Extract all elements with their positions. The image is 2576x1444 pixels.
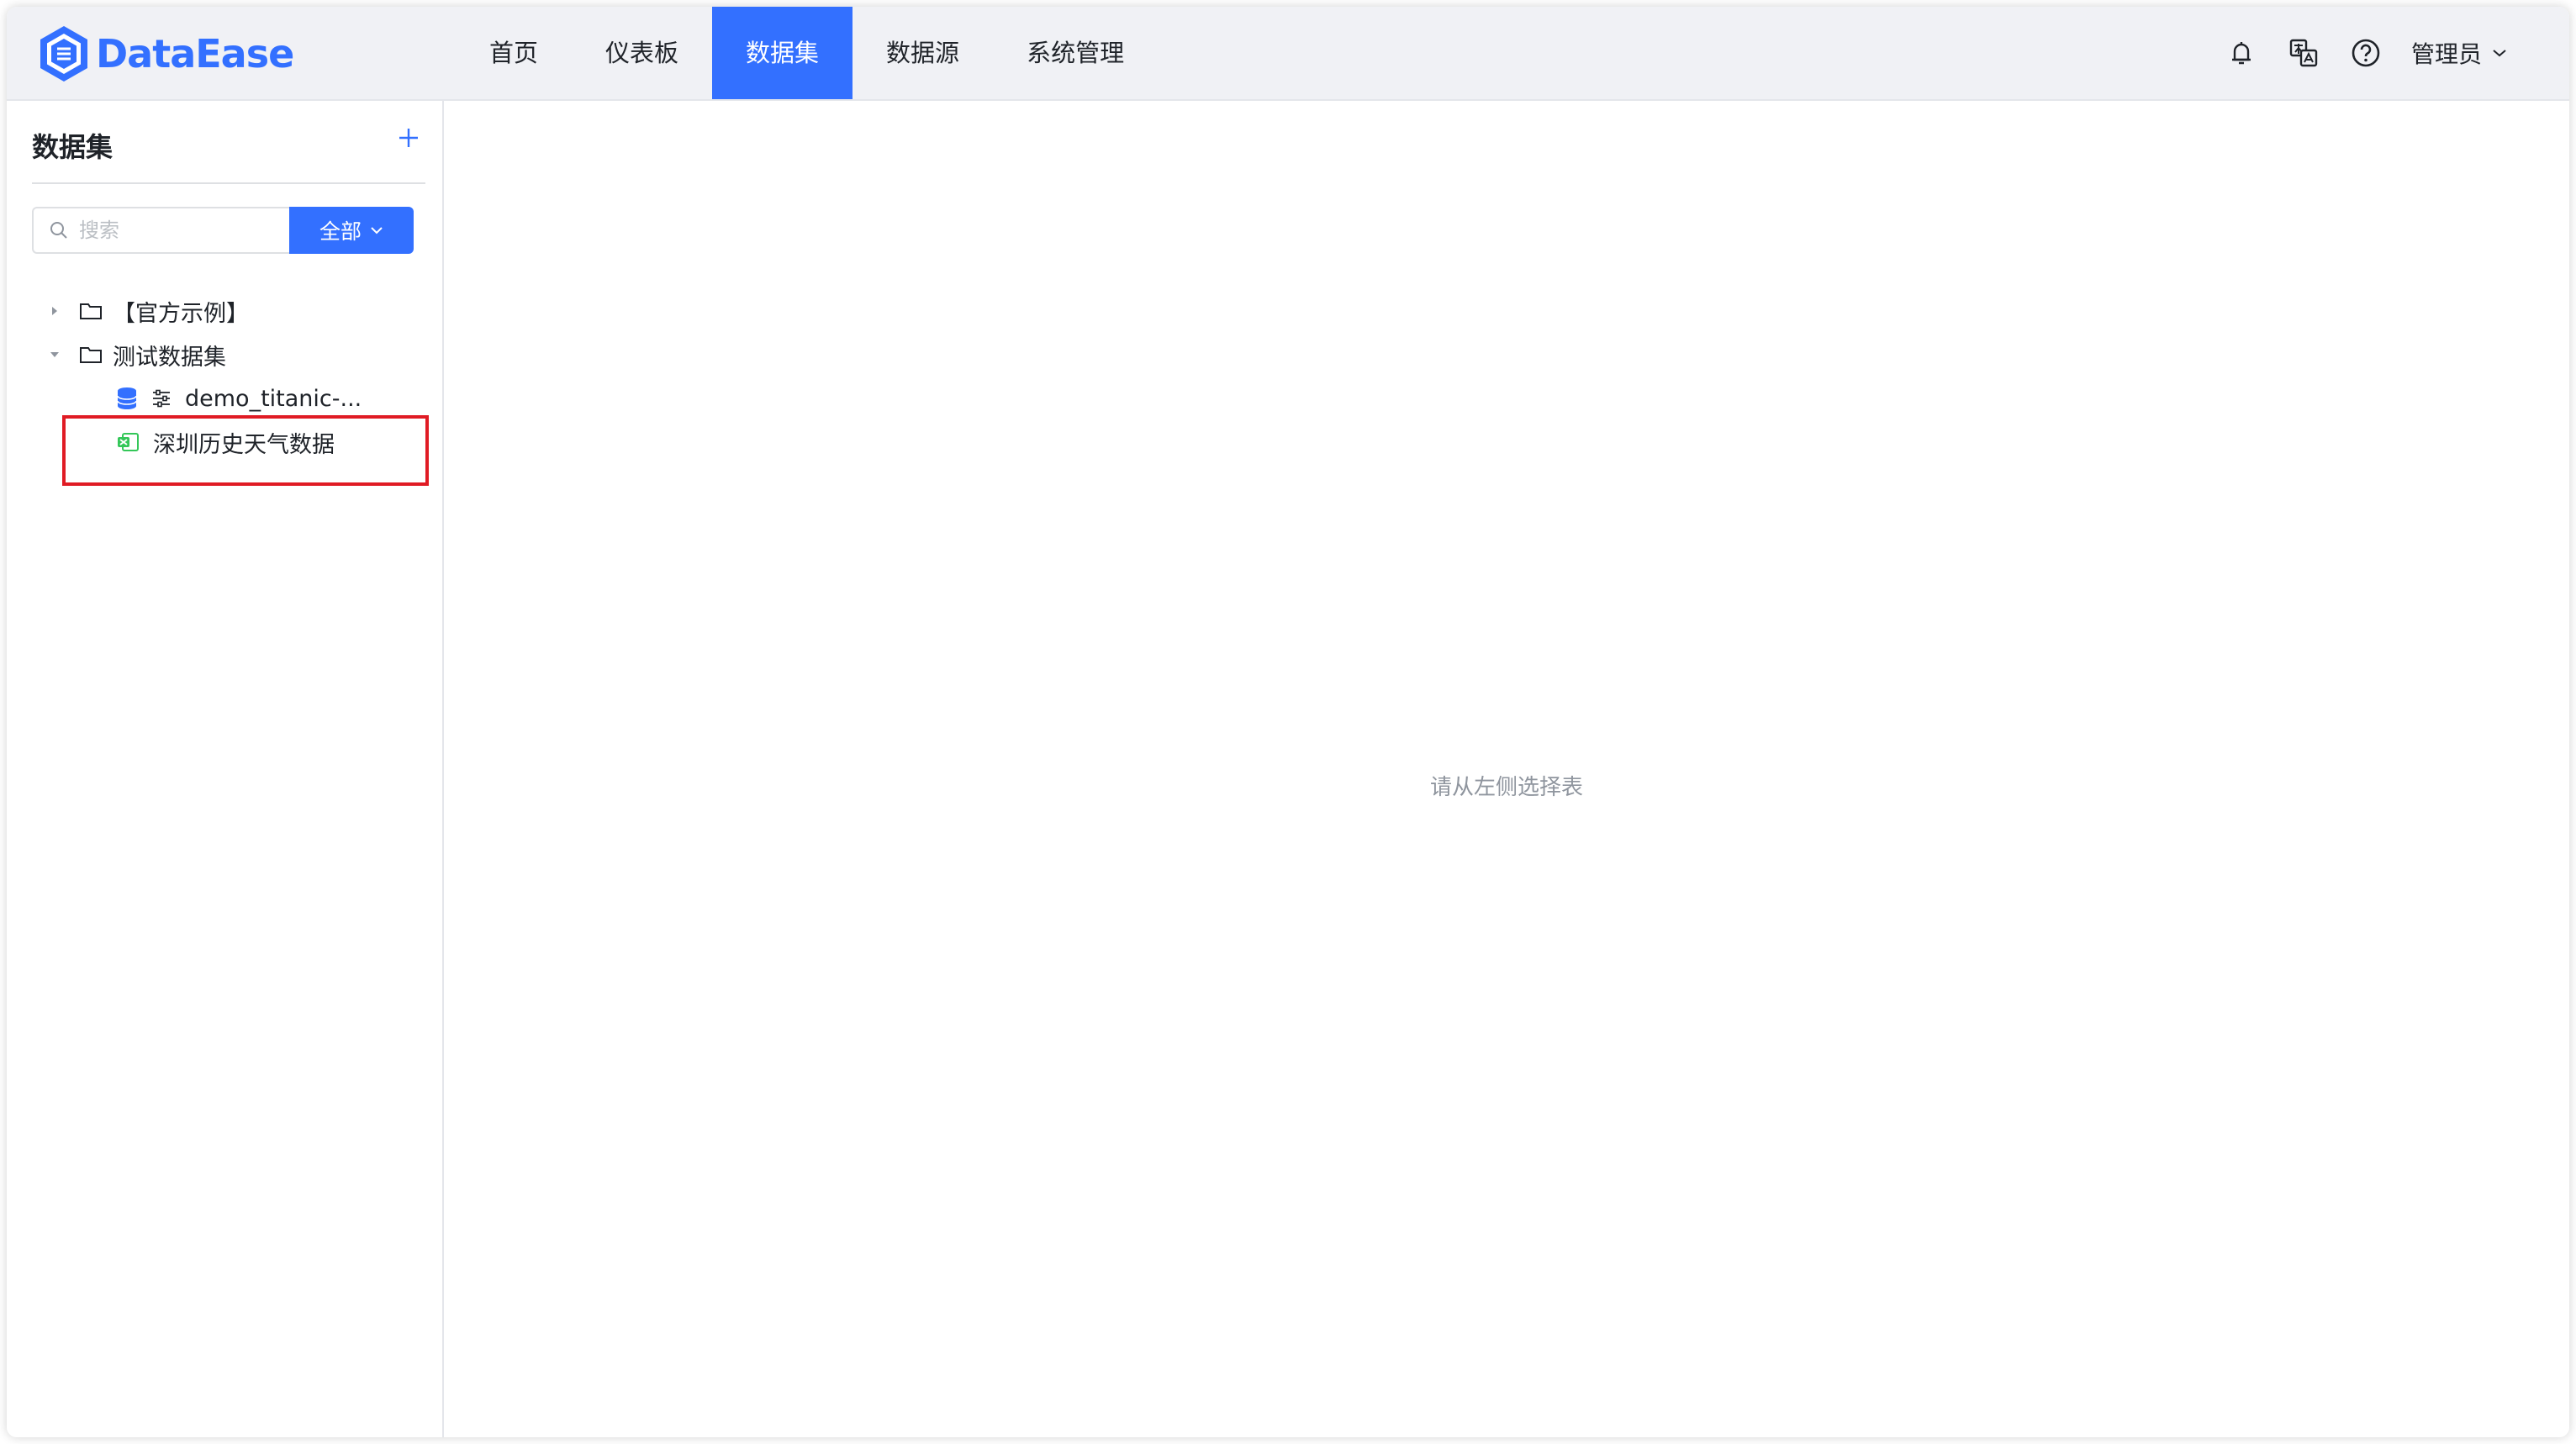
- plus-icon: [399, 129, 418, 147]
- sidebar-title: 数据集: [32, 131, 113, 163]
- notification-bell-icon[interactable]: [2225, 36, 2258, 70]
- nav-item-dashboard[interactable]: 仪表板: [572, 7, 712, 99]
- chevron-down-icon: [371, 227, 383, 235]
- tree-node-official-examples[interactable]: 【官方示例】: [47, 291, 249, 331]
- folder-icon: [80, 347, 102, 363]
- tree-node-label: 测试数据集: [113, 344, 226, 371]
- search-input[interactable]: [77, 218, 266, 243]
- top-header: DataEase 首页 仪表板 数据集 数据源 系统管理 管理员: [7, 7, 2569, 101]
- nav-item-datasource[interactable]: 数据源: [853, 7, 993, 99]
- main-nav: 首页 仪表板 数据集 数据源 系统管理: [456, 7, 1158, 99]
- tree-node-label: 【官方示例】: [113, 300, 249, 327]
- empty-state-text: 请从左侧选择表: [1429, 775, 1583, 800]
- app-name: DataEase: [96, 31, 294, 76]
- header-actions: 管理员: [2225, 7, 2507, 99]
- nav-item-system-settings[interactable]: 系统管理: [993, 7, 1158, 99]
- translate-icon[interactable]: [2287, 36, 2320, 70]
- nav-item-dataset[interactable]: 数据集: [712, 7, 853, 99]
- sidebar-divider: [32, 182, 425, 184]
- search-icon: [50, 222, 67, 239]
- logo[interactable]: DataEase: [37, 20, 294, 87]
- add-dataset-button[interactable]: [392, 123, 425, 156]
- dataease-logo-icon: [40, 26, 87, 82]
- caret-down-icon[interactable]: [47, 347, 62, 362]
- dataset-sidebar: 数据集 全部 【官方: [7, 101, 444, 1437]
- help-icon[interactable]: [2349, 36, 2383, 70]
- caret-right-icon[interactable]: [47, 303, 62, 319]
- tree-node-demo-titanic[interactable]: demo_titanic-...: [116, 378, 362, 419]
- filter-dropdown[interactable]: 全部: [289, 207, 414, 254]
- folder-icon: [80, 303, 102, 319]
- app-window: DataEase 首页 仪表板 数据集 数据源 系统管理 管理员 数据集 搜索 …: [7, 7, 2569, 1437]
- database-icon: [117, 387, 137, 409]
- nav-item-home[interactable]: 首页: [456, 7, 572, 99]
- tree-node-test-datasets[interactable]: 测试数据集: [47, 335, 226, 375]
- chevron-down-icon: [2493, 50, 2506, 57]
- filter-sliders-icon: [153, 389, 170, 408]
- main-content: 请从左侧选择表: [444, 101, 2569, 1437]
- search-box: [32, 207, 289, 254]
- user-menu[interactable]: 管理员: [2411, 36, 2507, 70]
- tree-node-label: demo_titanic-...: [185, 385, 362, 412]
- highlight-box: [62, 415, 429, 486]
- user-name: 管理员: [2410, 40, 2482, 68]
- filter-label: 全部: [319, 219, 362, 244]
